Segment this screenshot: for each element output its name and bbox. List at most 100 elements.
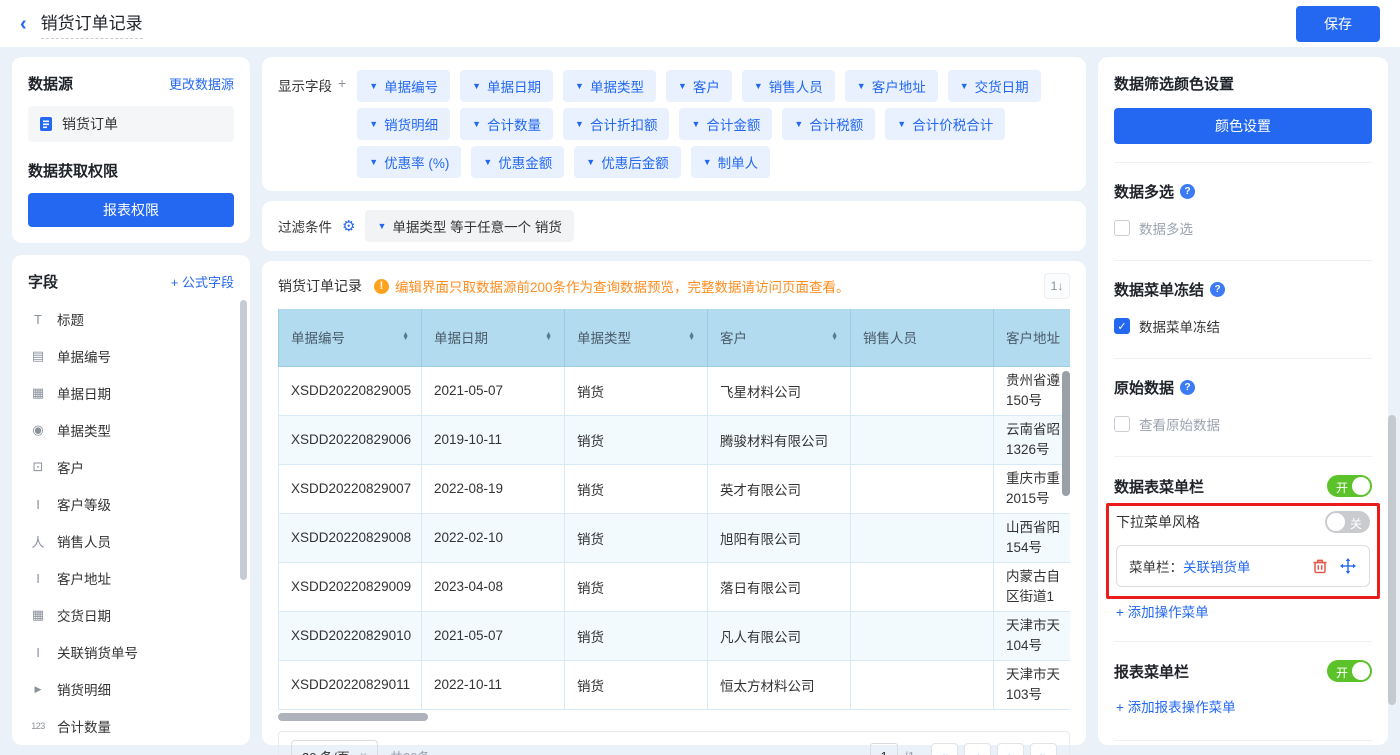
field-chip[interactable]: ▼ 客户 <box>665 70 732 102</box>
field-chip[interactable]: ▼ 单据日期 <box>460 70 554 102</box>
field-chip[interactable]: ▼ 优惠金额 <box>471 146 565 178</box>
add-field-icon[interactable]: + <box>338 75 346 91</box>
raw-data-title: 原始数据? <box>1114 377 1372 398</box>
field-chip[interactable]: ▼ 优惠后金额 <box>574 146 681 178</box>
prev-page-button[interactable]: ‹ <box>964 742 991 755</box>
field-chip[interactable]: ▼ 合计价税合计 <box>885 108 1006 140</box>
field-chip[interactable]: ▼ 制单人 <box>690 146 771 178</box>
help-icon[interactable]: ? <box>1180 380 1196 395</box>
table-row[interactable]: XSDD20220829005 2021-05-07 销货 飞星材料公司 贵州省遵 15… <box>278 365 1070 416</box>
add-operation-menu-link[interactable]: + 添加操作菜单 <box>1116 601 1370 621</box>
table-row[interactable]: XSDD20220829009 2023-04-08 销货 落日有限公司 内蒙古自 区街… <box>278 561 1070 612</box>
raw-data-checkbox[interactable]: 查看原始数据 <box>1114 414 1372 434</box>
field-chip[interactable]: ▼ 销货明细 <box>357 108 451 140</box>
field-item-customer[interactable]: ⊡ 客户 <box>28 457 234 477</box>
trash-icon[interactable] <box>1311 557 1329 575</box>
column-header[interactable]: 单据编号 ▲ ▼ <box>278 309 422 367</box>
table-row[interactable]: XSDD20220829011 2022-10-11 销货 恒太方材料公司 天津市天 1… <box>278 659 1070 710</box>
next-page-button[interactable]: › <box>997 742 1024 755</box>
doc-icon: ▤ <box>31 348 45 363</box>
cell: 英才有限公司 <box>707 463 851 514</box>
multi-select-checkbox[interactable]: 数据多选 <box>1114 218 1372 238</box>
sort-icon[interactable]: ▲ ▼ <box>688 331 695 342</box>
field-item-sales-detail[interactable]: ▶ 销货明细 <box>28 679 234 699</box>
report-permission-button[interactable]: 报表权限 <box>28 193 234 227</box>
table-row[interactable]: XSDD20220829010 2021-05-07 销货 凡人有限公司 天津市天 10… <box>278 610 1070 661</box>
page-size-select[interactable]: 20 条/页 ∨ <box>291 739 379 755</box>
change-datasource-link[interactable]: 更改数据源 <box>169 74 234 93</box>
checkbox-label: 数据多选 <box>1139 222 1193 237</box>
field-item-doc-date[interactable]: ▦ 单据日期 <box>28 383 234 403</box>
field-item-doc-type[interactable]: ◉ 单据类型 <box>28 420 234 440</box>
table-vertical-scrollbar[interactable] <box>1062 371 1070 496</box>
field-chip[interactable]: ▼ 单据类型 <box>563 70 656 102</box>
field-item-customer-address[interactable]: I 客户地址 <box>28 568 234 588</box>
sort-icon[interactable]: ▲ ▼ <box>831 331 838 342</box>
cell: XSDD20220829008 <box>278 512 422 563</box>
save-button[interactable]: 保存 <box>1296 5 1380 42</box>
table-horizontal-scrollbar[interactable] <box>278 712 1070 721</box>
checkbox-unchecked[interactable] <box>1114 220 1130 236</box>
sort-icon[interactable]: ▲ ▼ <box>545 331 552 342</box>
move-icon[interactable] <box>1339 557 1357 575</box>
last-page-button[interactable]: » <box>1030 742 1057 755</box>
field-item-title[interactable]: T 标题 <box>28 309 234 329</box>
table-row[interactable]: XSDD20220829006 2019-10-11 销货 腾骏材料有限公司 云南省昭 … <box>278 414 1070 465</box>
field-item-delivery-date[interactable]: ▦ 交货日期 <box>28 605 234 625</box>
field-chip[interactable]: ▼ 销售人员 <box>741 70 835 102</box>
table-row[interactable]: XSDD20220829007 2022-08-19 销货 英才有限公司 重庆市重 20… <box>278 463 1070 514</box>
field-item-related-sales-no[interactable]: I 关联销货单号 <box>28 642 234 662</box>
checkbox-unchecked[interactable] <box>1114 416 1130 432</box>
top-bar: ‹ 销货订单记录 保存 <box>0 0 1400 47</box>
field-label: 标题 <box>57 313 84 328</box>
page-number-input[interactable]: 1 <box>870 742 899 755</box>
help-icon[interactable]: ? <box>1210 282 1226 297</box>
cell: XSDD20220829006 <box>278 414 422 465</box>
column-header[interactable]: 单据类型 ▲ ▼ <box>564 309 708 367</box>
column-header[interactable]: 客户地址 <box>993 309 1070 367</box>
field-item-total-qty[interactable]: 123 合计数量 <box>28 716 234 736</box>
checkbox-checked[interactable]: ✓ <box>1114 318 1130 334</box>
column-header[interactable]: 销售人员 <box>850 309 994 367</box>
toggle-knob <box>1352 477 1370 495</box>
filter-condition-chip[interactable]: ▼ 单据类型 等于任意一个 销货 <box>365 210 574 242</box>
datasource-item[interactable]: 销货订单 <box>28 106 234 142</box>
field-chip[interactable]: ▼ 合计数量 <box>460 108 554 140</box>
menu-item-value[interactable]: 关联销货单 <box>1183 556 1301 576</box>
back-icon[interactable]: ‹ <box>20 14 27 34</box>
chevron-down-icon: ▼ <box>575 81 584 91</box>
field-chip[interactable]: ▼ 客户地址 <box>844 70 938 102</box>
menu-freeze-checkbox[interactable]: ✓ 数据菜单冻结 <box>1114 316 1372 336</box>
column-label: 销售人员 <box>863 331 917 347</box>
menu-item-box[interactable]: 菜单栏： 关联销货单 <box>1116 545 1370 587</box>
table-menu-toggle[interactable]: 开 <box>1327 475 1372 497</box>
field-chip[interactable]: ▼ 合计税额 <box>782 108 876 140</box>
cell <box>850 561 994 612</box>
gear-icon[interactable]: ⚙ <box>342 217 355 235</box>
field-chip[interactable]: ▼ 合计折扣额 <box>563 108 670 140</box>
panel-scrollbar[interactable] <box>1388 415 1396 705</box>
page-count: /1 <box>904 749 915 755</box>
sort-order-icon[interactable]: 1↓ <box>1044 273 1070 299</box>
formula-field-link[interactable]: + 公式字段 <box>171 272 234 291</box>
field-chip[interactable]: ▼ 合计金额 <box>679 108 773 140</box>
title-icon: T <box>34 311 42 327</box>
add-report-menu-link[interactable]: + 添加报表操作菜单 <box>1116 696 1370 716</box>
field-chip[interactable]: ▼ 交货日期 <box>947 70 1041 102</box>
dropdown-style-toggle[interactable]: 关 <box>1325 511 1370 533</box>
field-chip[interactable]: ▼ 单据编号 <box>357 70 451 102</box>
field-item-salesperson[interactable]: 人销售人员 <box>28 531 234 551</box>
data-table: 单据编号 ▲ ▼ 单据日期 ▲ ▼ 单据类型 ▲ ▼ 客户 ▲ ▼ 销售人员 客户地址 XSDD… <box>278 309 1070 710</box>
sort-icon[interactable]: ▲ ▼ <box>402 331 409 342</box>
report-menu-toggle[interactable]: 开 <box>1327 660 1372 682</box>
table-row[interactable]: XSDD20220829008 2022-02-10 销货 旭阳有限公司 山西省阳 15… <box>278 512 1070 563</box>
fields-scrollbar[interactable] <box>240 300 247 580</box>
first-page-button[interactable]: « <box>931 742 958 755</box>
column-header[interactable]: 单据日期 ▲ ▼ <box>421 309 565 367</box>
help-icon[interactable]: ? <box>1180 184 1196 199</box>
field-item-doc-number[interactable]: ▤ 单据编号 <box>28 346 234 366</box>
field-item-customer-level[interactable]: I 客户等级 <box>28 494 234 514</box>
field-chip[interactable]: ▼ 优惠率 (%) <box>357 146 462 178</box>
column-header[interactable]: 客户 ▲ ▼ <box>707 309 851 367</box>
color-settings-button[interactable]: 颜色设置 <box>1114 108 1372 144</box>
